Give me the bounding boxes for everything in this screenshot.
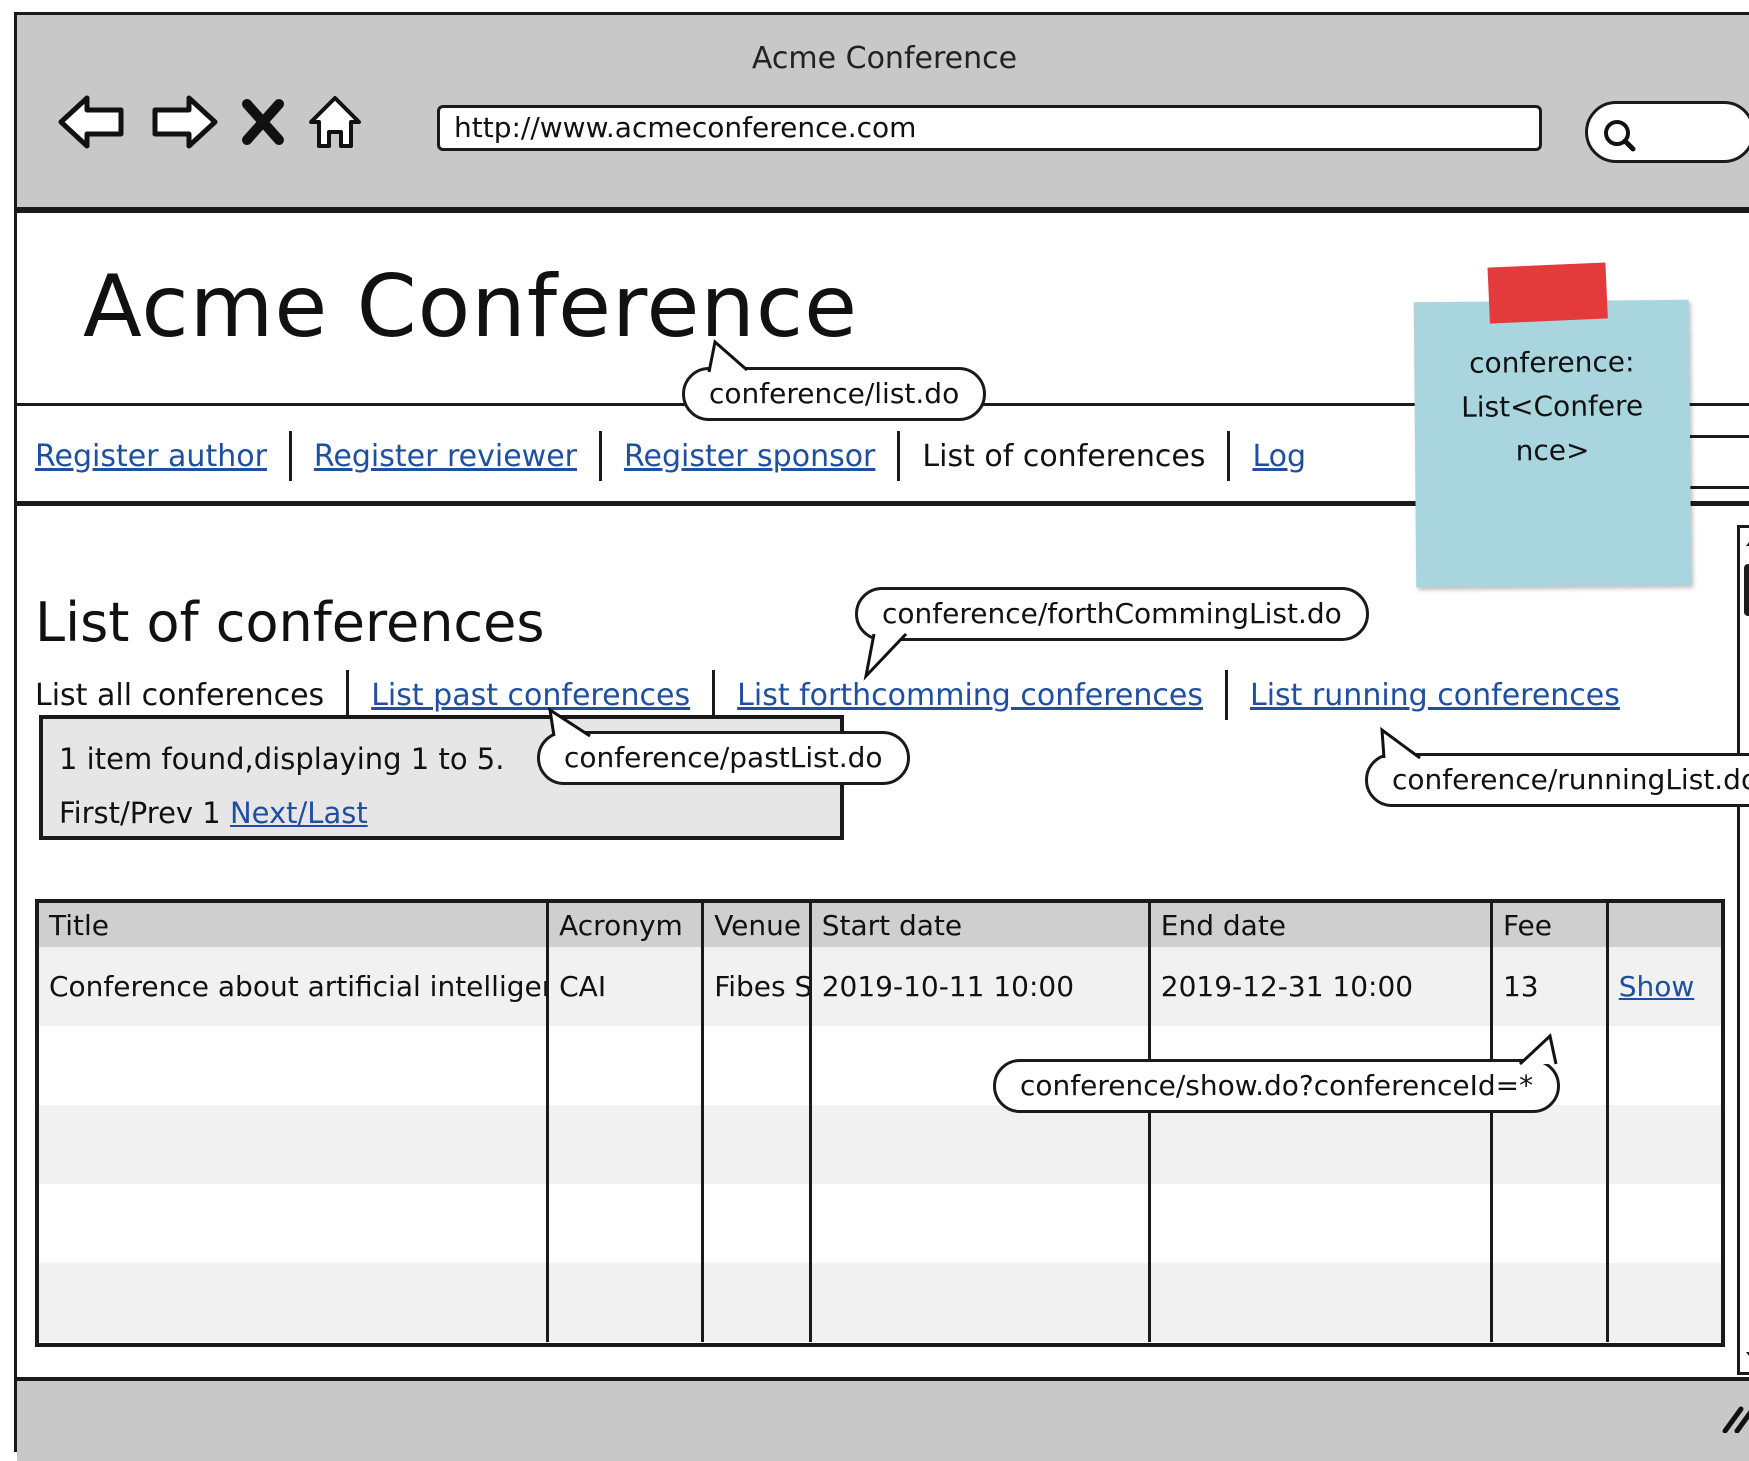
browser-toolbar: Acme Conference http://www.acmeconferenc… <box>17 15 1749 213</box>
home-icon[interactable] <box>307 94 363 150</box>
subnav-list-all: List all conferences <box>35 677 325 713</box>
address-bar[interactable]: http://www.acmeconference.com <box>437 105 1542 151</box>
menu-separator <box>1227 431 1231 481</box>
pagination-controls: First/Prev 1 Next/Last <box>59 791 840 845</box>
table-row-empty <box>39 1263 1721 1342</box>
pagination-current-page: 1 <box>202 796 221 830</box>
forward-arrow-icon[interactable] <box>149 94 219 150</box>
cell-venue: Fibes Sevilla <box>701 947 811 1026</box>
back-arrow-icon[interactable] <box>57 94 127 150</box>
menu-login[interactable]: Log <box>1252 439 1306 474</box>
menu-register-sponsor[interactable]: Register sponsor <box>624 439 875 474</box>
column-header-acronym[interactable]: Acronym <box>546 903 703 947</box>
menu-separator <box>288 431 292 481</box>
subnav-separator <box>712 670 716 720</box>
conference-table: Title Acronym Venue Start date End date … <box>35 899 1725 1347</box>
callout-running-list-do-text: conference/runningList.do <box>1392 763 1749 796</box>
cell-fee: 13 <box>1489 947 1608 1026</box>
callout-list-do: conference/list.do <box>682 339 987 421</box>
column-header-actions <box>1605 903 1721 947</box>
cell-action: Show <box>1605 947 1721 1026</box>
menu-separator <box>598 431 602 481</box>
callout-forth-list-do: conference/forthCommingList.do <box>855 587 1369 681</box>
sticky-tape <box>1487 262 1608 324</box>
scroll-thumb[interactable] <box>1744 564 1749 616</box>
browser-status-bar <box>17 1377 1749 1461</box>
pagination-first-prev: First/Prev <box>59 796 194 830</box>
nav-buttons <box>57 87 363 157</box>
table-row-empty <box>39 1105 1721 1184</box>
menu-register-author[interactable]: Register author <box>35 439 267 474</box>
cell-acronym: CAI <box>546 947 703 1026</box>
table-row: Conference about artificial intelligence… <box>39 947 1721 1026</box>
subnav-separator <box>346 670 350 720</box>
sticky-note-text: conference: List<Confere nce> <box>1461 345 1644 468</box>
cell-title: Conference about artificial intelligence <box>49 970 548 1003</box>
table-header-row: Title Acronym Venue Start date End date … <box>39 903 1721 947</box>
page-title: List of conferences <box>35 591 545 654</box>
subnav-list-forthcomming[interactable]: List forthcomming conferences <box>737 678 1203 713</box>
pagination-next-last[interactable]: Next/Last <box>230 796 368 830</box>
subnav-list-past[interactable]: List past conferences <box>371 678 690 713</box>
column-header-fee[interactable]: Fee <box>1489 903 1608 947</box>
column-header-end-date[interactable]: End date <box>1147 903 1492 947</box>
column-header-start-date[interactable]: Start date <box>808 903 1150 947</box>
browser-window: Acme Conference http://www.acmeconferenc… <box>14 12 1749 1461</box>
browser-search-box[interactable] <box>1585 101 1749 163</box>
callout-running-list-do: conference/runningList.do <box>1365 726 1749 807</box>
callout-past-list-do-text: conference/pastList.do <box>564 741 883 774</box>
menu-separator <box>897 431 901 481</box>
menu-register-reviewer[interactable]: Register reviewer <box>314 439 577 474</box>
search-icon <box>1604 120 1636 152</box>
stop-x-icon[interactable] <box>241 98 285 146</box>
show-link[interactable]: Show <box>1619 970 1695 1003</box>
callout-show-do: conference/show.do?conferenceId=* <box>993 1033 1561 1113</box>
resize-grip-icon[interactable] <box>1719 1403 1749 1433</box>
table-row-empty <box>39 1184 1721 1263</box>
subnav-separator <box>1224 670 1228 720</box>
main-menu: Register author Register reviewer Regist… <box>35 431 1306 481</box>
callout-show-do-text: conference/show.do?conferenceId=* <box>1020 1069 1534 1102</box>
callout-past-list-do: conference/pastList.do <box>537 706 910 785</box>
cell-start-date: 2019-10-11 10:00 <box>808 947 1150 1026</box>
window-title: Acme Conference <box>751 41 1018 76</box>
cell-end-date: 2019-12-31 10:00 <box>1147 947 1492 1026</box>
vertical-scrollbar[interactable] <box>1737 525 1749 1375</box>
subnav-list-running[interactable]: List running conferences <box>1250 678 1620 713</box>
sticky-note: conference: List<Confere nce> <box>1413 262 1692 588</box>
callout-forth-list-do-text: conference/forthCommingList.do <box>882 597 1342 630</box>
column-header-title[interactable]: Title <box>39 903 548 947</box>
column-header-venue[interactable]: Venue <box>701 903 811 947</box>
conference-filter-nav: List all conferences List past conferenc… <box>35 670 1620 720</box>
menu-list-of-conferences: List of conferences <box>922 438 1206 474</box>
